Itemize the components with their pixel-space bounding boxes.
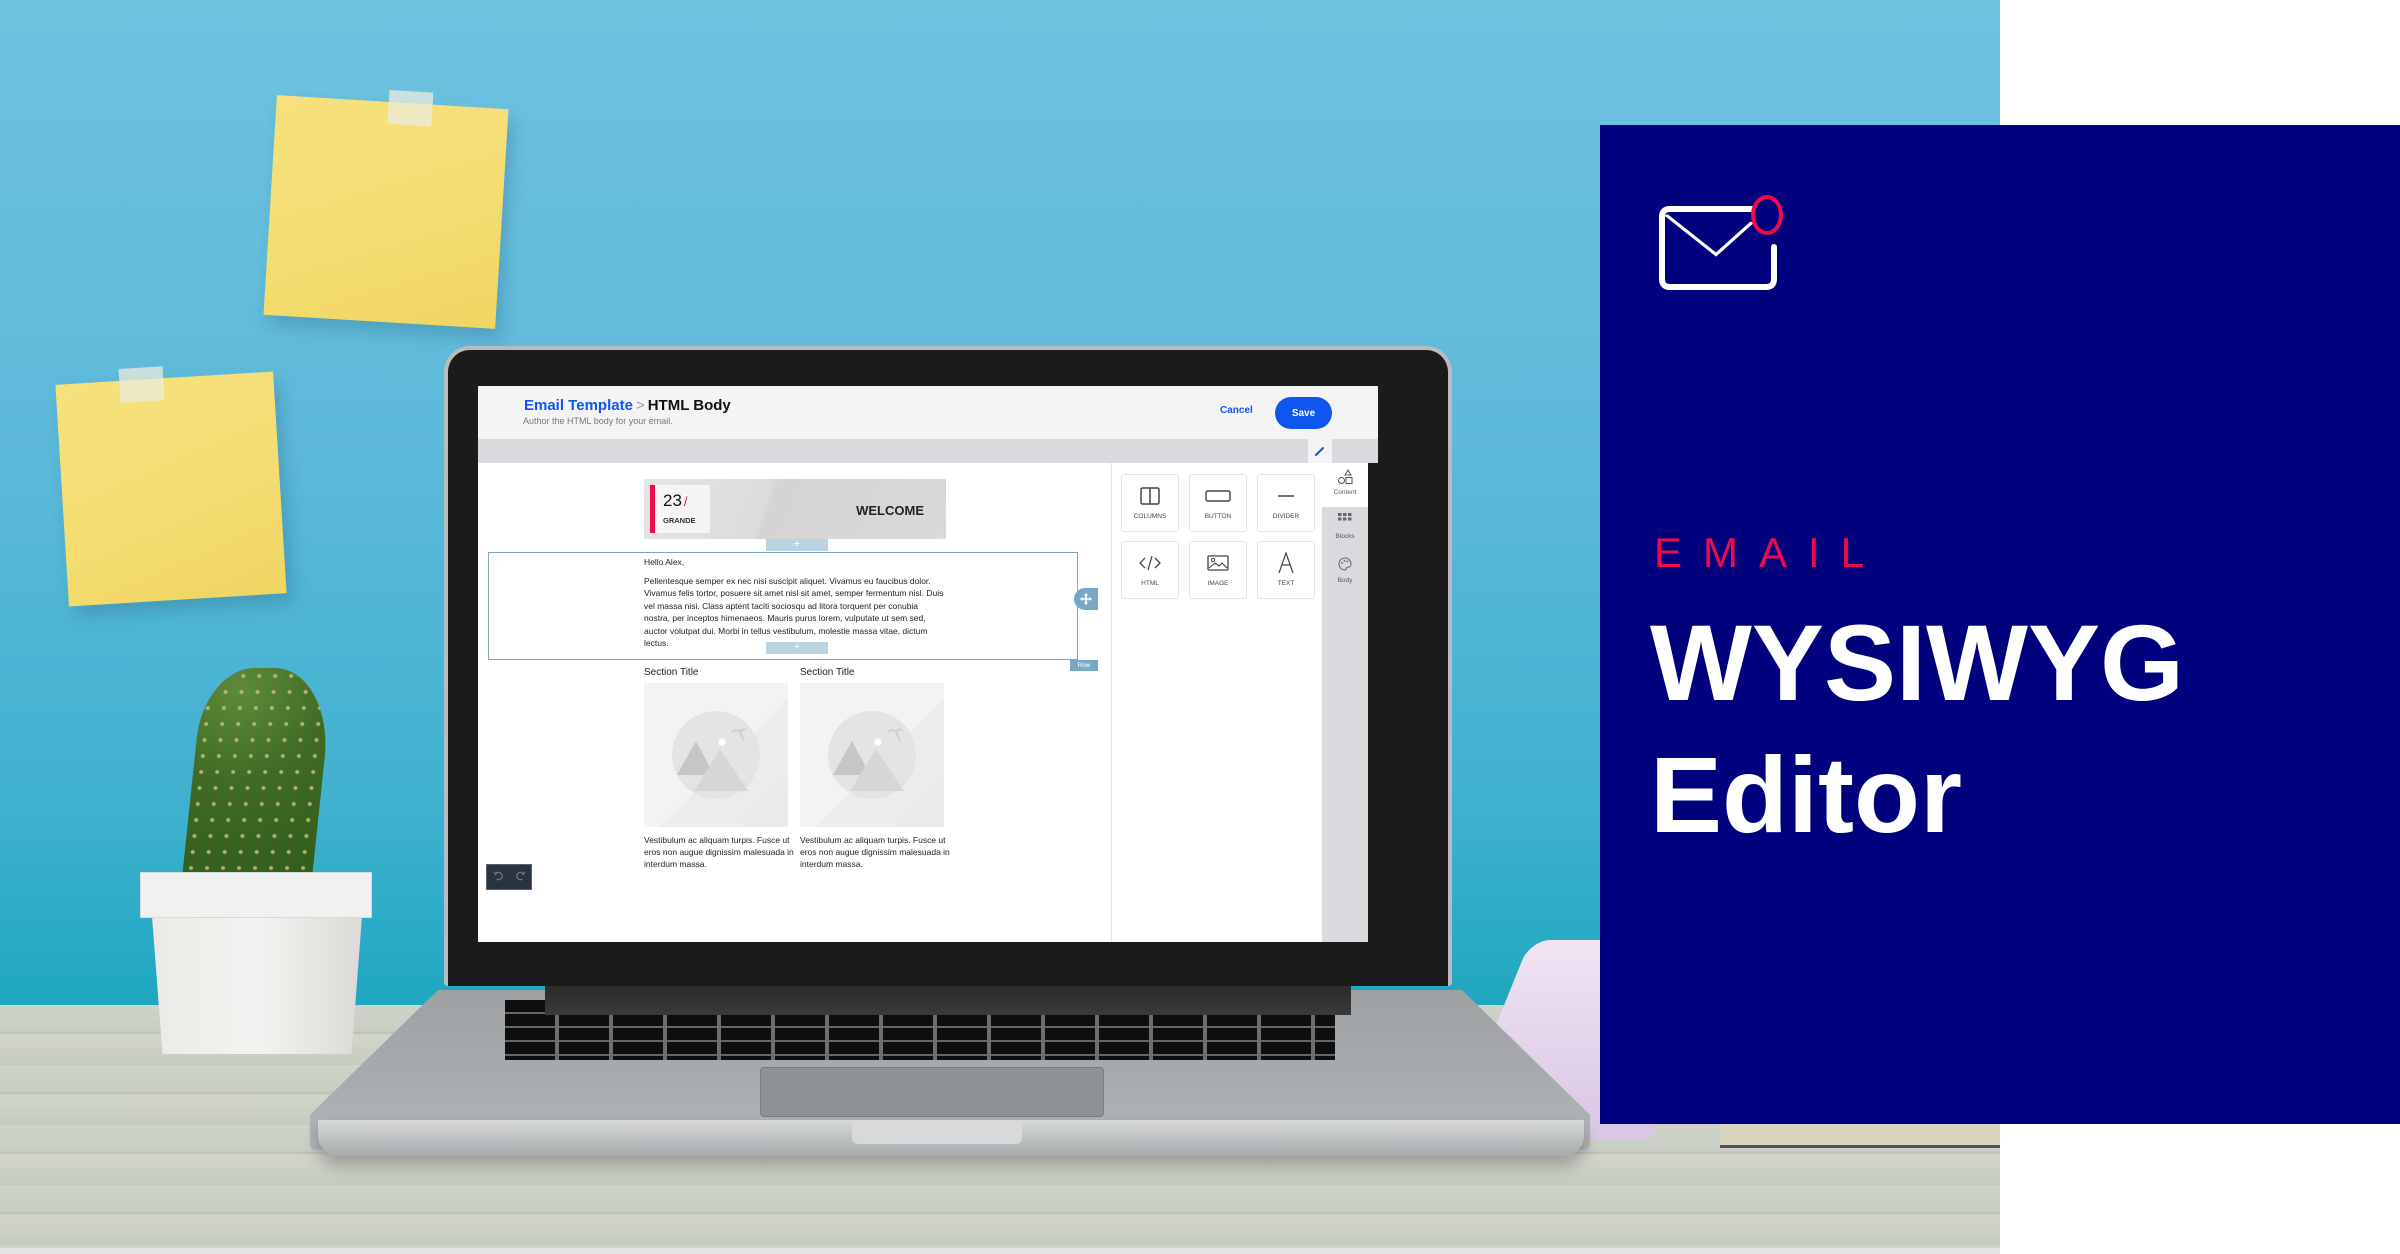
headline-line-2: Editor [1650, 734, 1962, 855]
tile-label: IMAGE [1207, 580, 1229, 587]
image-placeholder-icon [672, 711, 760, 799]
tape [387, 89, 434, 127]
text-icon [1278, 552, 1294, 574]
tape [118, 366, 165, 403]
image-placeholder[interactable] [644, 683, 788, 827]
sticky-note [55, 366, 287, 607]
pencil-icon [1315, 447, 1324, 456]
tile-label: TEXT [1277, 580, 1295, 587]
tab-label: Body [1337, 577, 1353, 584]
palette-icon [1338, 557, 1352, 571]
redo-button[interactable] [515, 870, 526, 884]
tile-divider[interactable]: DIVIDER [1257, 474, 1315, 532]
headline-line-1: WYSIWYG [1650, 602, 2184, 723]
tile-label: COLUMNS [1133, 513, 1167, 520]
edit-button[interactable] [1308, 439, 1332, 463]
tile-label: HTML [1141, 580, 1159, 587]
editor-toolbar [478, 439, 1378, 463]
email-canvas[interactable]: 23/ GRANDE WELCOME + Row Hello Alex, Pel… [478, 463, 1111, 942]
column-caption[interactable]: Vestibulum ac aliquam turpis. Fusce ut e… [644, 834, 794, 870]
save-button[interactable]: Save [1275, 397, 1332, 429]
hero-banner: Email Template > HTML Body Author the HTML… [0, 0, 2400, 1254]
divider-icon [1278, 495, 1294, 497]
tile-label: DIVIDER [1272, 513, 1300, 520]
logo-number: 23/ [663, 491, 688, 511]
cancel-button[interactable]: Cancel [1220, 405, 1253, 416]
sticky-note [263, 89, 509, 329]
logo-number-text: 23 [663, 491, 682, 510]
tile-image[interactable]: IMAGE [1189, 541, 1247, 599]
logo-word: GRANDE [663, 516, 696, 525]
tab-label: Blocks [1335, 533, 1355, 540]
button-icon [1205, 490, 1231, 502]
tab-blocks[interactable]: Blocks [1322, 507, 1368, 551]
breadcrumb-separator: > [635, 397, 645, 414]
app-header: Email Template > HTML Body Author the HTML… [478, 386, 1378, 439]
tile-html[interactable]: HTML [1121, 541, 1179, 599]
image-placeholder[interactable] [800, 683, 944, 827]
laptop-notch [852, 1120, 1022, 1144]
tab-label: Content [1333, 489, 1357, 496]
image-icon [1207, 555, 1229, 571]
move-row-handle[interactable] [1074, 588, 1098, 610]
tile-columns[interactable]: COLUMNS [1121, 474, 1179, 532]
tab-body[interactable]: Body [1322, 551, 1368, 595]
email-body-text[interactable]: Pellentesque semper ex nec nisi suscipit… [644, 575, 946, 649]
undo-button[interactable] [492, 870, 504, 884]
redo-icon [515, 871, 526, 881]
move-icon [1080, 593, 1092, 605]
mail-notification-icon [1659, 195, 1783, 290]
logo-slash: / [683, 494, 688, 509]
screen-bezel-edge [1368, 463, 1378, 942]
desk-edge [0, 1248, 2000, 1254]
content-panel: COLUMNS BUTTON DIVIDER HTML IMAGE TEXT [1112, 463, 1322, 942]
brand-logo: 23/ GRANDE [650, 485, 710, 533]
laptop-screen: Email Template > HTML Body Author the HTML… [478, 386, 1378, 942]
breadcrumb-current: HTML Body [647, 397, 731, 414]
book-pages [1720, 1122, 2000, 1148]
email-greeting[interactable]: Hello Alex, [644, 557, 684, 567]
grid-icon [1338, 513, 1352, 521]
promo-headline: WYSIWYG Editor [1650, 597, 2184, 861]
plant-pot [152, 916, 362, 1054]
welcome-heading: WELCOME [856, 503, 924, 518]
tile-button[interactable]: BUTTON [1189, 474, 1247, 532]
plant-pot-rim [140, 872, 372, 918]
section-title[interactable]: Section Title [644, 667, 698, 678]
undo-icon [492, 871, 503, 881]
page-subtitle: Author the HTML body for your email. [523, 416, 673, 426]
email-header-banner[interactable]: 23/ GRANDE WELCOME [644, 479, 946, 539]
tile-text[interactable]: TEXT [1257, 541, 1315, 599]
add-row-above-button[interactable]: + [766, 539, 828, 551]
row-label-badge: Row [1070, 660, 1098, 671]
code-icon [1139, 555, 1161, 571]
laptop-trackpad [760, 1067, 1104, 1117]
image-placeholder-icon [828, 711, 916, 799]
tab-content[interactable]: Content [1322, 463, 1368, 507]
tile-label: BUTTON [1204, 513, 1232, 520]
columns-icon [1140, 487, 1160, 505]
promo-card: EMAIL WYSIWYG Editor [1600, 125, 2400, 1124]
shapes-icon [1338, 469, 1353, 484]
breadcrumb: Email Template > HTML Body [524, 397, 731, 414]
column-caption[interactable]: Vestibulum ac aliquam turpis. Fusce ut e… [800, 834, 950, 870]
breadcrumb-email-template[interactable]: Email Template [524, 397, 633, 414]
section-title[interactable]: Section Title [800, 667, 854, 678]
add-row-below-button[interactable]: + [766, 642, 828, 654]
panel-tabs: Content Blocks Body [1322, 463, 1368, 942]
undo-redo-controls [486, 864, 532, 890]
promo-eyebrow: EMAIL [1654, 529, 1886, 576]
